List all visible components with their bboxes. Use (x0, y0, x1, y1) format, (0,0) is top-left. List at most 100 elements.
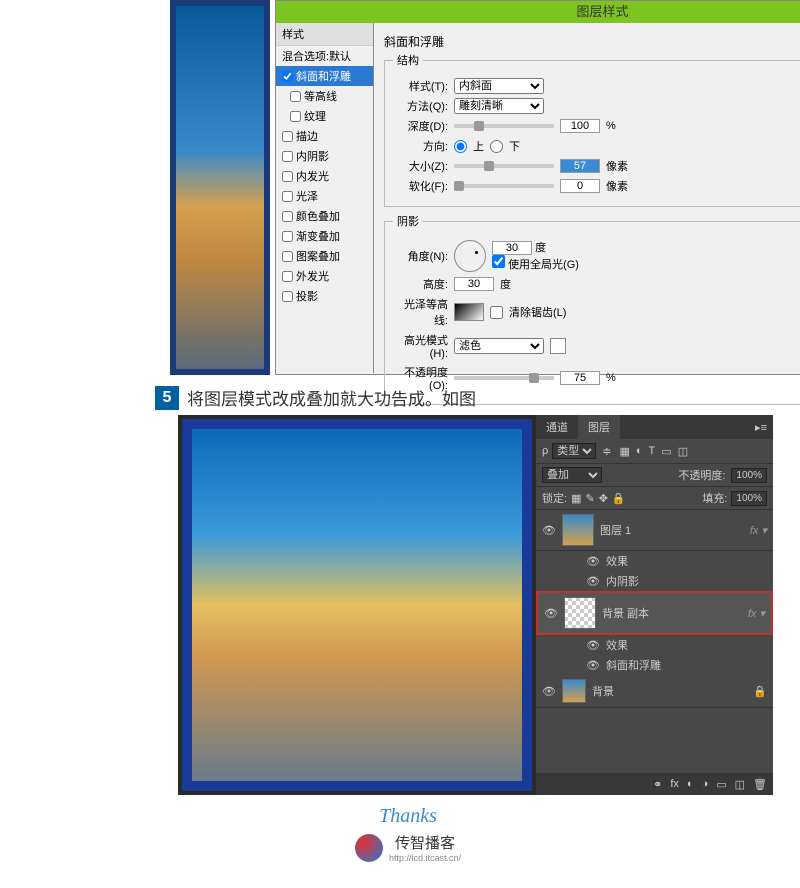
soften-slider[interactable] (454, 184, 554, 188)
opacity-slider[interactable] (454, 376, 554, 380)
filter-pixel-icon[interactable]: ▦ (619, 445, 629, 458)
fx-icon[interactable]: fx ▾ (748, 607, 765, 620)
style-list: 样式 混合选项:默认 斜面和浮雕 等高线 纹理 描边 内阴影 内发光 光泽 (276, 23, 374, 373)
angle-label: 角度(N): (393, 248, 448, 264)
lock-pixels-icon[interactable]: ✎ (585, 492, 594, 505)
soften-label: 软化(F): (393, 178, 448, 194)
channels-tab[interactable]: 通道 (536, 415, 578, 439)
logo-icon (355, 834, 383, 862)
angle-input[interactable] (492, 241, 532, 255)
style-bevel[interactable]: 斜面和浮雕 (276, 66, 373, 86)
style-inner-glow[interactable]: 内发光 (276, 166, 373, 186)
eye-icon[interactable]: 👁 (586, 575, 600, 588)
step-text: 将图层模式改成叠加就大功告成。如图 (187, 385, 476, 410)
style-contour-check[interactable] (290, 91, 301, 102)
dialog-titlebar: 图层样式 (276, 1, 800, 23)
eye-icon[interactable]: 👁 (542, 524, 556, 537)
top-section: 图层样式 样式 混合选项:默认 斜面和浮雕 等高线 纹理 描边 (170, 0, 790, 375)
filter-shape-icon[interactable]: ▭ (661, 445, 671, 458)
layers-tab[interactable]: 图层 (578, 415, 620, 439)
fill-value[interactable]: 100% (731, 491, 767, 506)
effects-label-2[interactable]: 👁 效果 (536, 635, 773, 655)
result-frame (182, 419, 532, 791)
global-light-check[interactable] (492, 255, 505, 268)
adjustment-icon[interactable]: ◑ (702, 778, 709, 791)
style-contour[interactable]: 等高线 (276, 86, 373, 106)
layer-list: 👁 图层 1 fx ▾ 👁 效果 👁 内阴影 👁 背景 副本 fx ▾ 👁 (536, 510, 773, 708)
dir-down-radio[interactable] (490, 140, 503, 153)
style-color-overlay[interactable]: 颜色叠加 (276, 206, 373, 226)
eye-icon[interactable]: 👁 (586, 555, 600, 568)
mask-icon[interactable]: ◐ (687, 778, 694, 791)
size-slider[interactable] (454, 164, 554, 168)
eye-icon[interactable]: 👁 (544, 607, 558, 620)
trash-icon[interactable]: 🗑 (753, 778, 767, 791)
depth-input[interactable] (560, 119, 600, 133)
highlight-mode-select[interactable]: 滤色 (454, 338, 544, 354)
dir-up-radio[interactable] (454, 140, 467, 153)
angle-dial[interactable] (454, 240, 486, 272)
opacity-input[interactable] (560, 371, 600, 385)
style-content: 斜面和浮雕 结构 样式(T): 内斜面 方法(Q): 雕刻清晰 深度(D): (374, 23, 800, 373)
style-drop-shadow[interactable]: 投影 (276, 286, 373, 306)
filter-type-icon[interactable]: T (649, 445, 656, 458)
style-stroke[interactable]: 描边 (276, 126, 373, 146)
method-select[interactable]: 雕刻清晰 (454, 98, 544, 114)
gloss-contour[interactable] (454, 303, 484, 321)
style-type-select[interactable]: 内斜面 (454, 78, 544, 94)
depth-slider[interactable] (454, 124, 554, 128)
style-texture[interactable]: 纹理 (276, 106, 373, 126)
panel-menu-icon[interactable]: ▸≡ (749, 421, 773, 434)
highlight-color[interactable] (550, 338, 566, 354)
layer-1[interactable]: 👁 图层 1 fx ▾ (536, 510, 773, 551)
effects-label[interactable]: 👁 效果 (536, 551, 773, 571)
style-satin[interactable]: 光泽 (276, 186, 373, 206)
style-list-header: 样式 (276, 23, 373, 46)
new-layer-icon[interactable]: ◫ (735, 778, 745, 791)
highlight-mode-label: 高光模式(H): (393, 332, 448, 360)
blend-defaults[interactable]: 混合选项:默认 (276, 46, 373, 66)
layer-thumb (562, 514, 594, 546)
lock-position-icon[interactable]: ✥ (599, 492, 608, 505)
thanks-text: Thanks (355, 805, 461, 828)
filter-adjust-icon[interactable]: ◐ (636, 445, 643, 458)
opacity-value[interactable]: 100% (731, 468, 767, 483)
bevel-effect[interactable]: 👁 斜面和浮雕 (536, 655, 773, 675)
eye-icon[interactable]: 👁 (542, 685, 556, 698)
eye-icon[interactable]: 👁 (586, 639, 600, 652)
layer-bg[interactable]: 👁 背景 🔒 (536, 675, 773, 708)
filter-smart-icon[interactable]: ◫ (678, 445, 688, 458)
fx-footer-icon[interactable]: fx (670, 778, 679, 791)
inner-shadow-effect[interactable]: 👁 内阴影 (536, 571, 773, 591)
gloss-label: 光泽等高线: (393, 296, 448, 328)
style-gradient-overlay[interactable]: 渐变叠加 (276, 226, 373, 246)
style-pattern-overlay[interactable]: 图案叠加 (276, 246, 373, 266)
antialias-check[interactable] (490, 306, 503, 319)
style-bevel-check[interactable] (282, 71, 293, 82)
layer-bg-copy[interactable]: 👁 背景 副本 fx ▾ (536, 591, 773, 635)
brand-url: http://icd.itcast.cn/ (389, 853, 461, 863)
layer-style-dialog: 图层样式 样式 混合选项:默认 斜面和浮雕 等高线 纹理 描边 (275, 0, 800, 375)
style-texture-check[interactable] (290, 111, 301, 122)
blend-mode-select[interactable]: 叠加 (542, 467, 602, 483)
lock-transparent-icon[interactable]: ▦ (571, 492, 581, 505)
style-outer-glow[interactable]: 外发光 (276, 266, 373, 286)
layer-thumb (562, 679, 586, 703)
canvas-preview (170, 0, 270, 375)
size-input[interactable] (560, 159, 600, 173)
filter-type-select[interactable]: 类型 (552, 443, 596, 459)
result-canvas (178, 415, 536, 795)
direction-label: 方向: (393, 138, 448, 154)
blend-row: 叠加 不透明度: 100% (536, 464, 773, 487)
soften-input[interactable] (560, 179, 600, 193)
lock-all-icon[interactable]: 🔒 (612, 492, 626, 505)
method-label: 方法(Q): (393, 98, 448, 114)
brand-name: 传智播客 (389, 832, 461, 853)
panel-filter-row: ρ 类型 ≑ ▦ ◐ T ▭ ◫ (536, 439, 773, 464)
style-inner-shadow[interactable]: 内阴影 (276, 146, 373, 166)
fx-icon[interactable]: fx ▾ (750, 524, 767, 537)
altitude-input[interactable] (454, 277, 494, 291)
group-icon[interactable]: ▭ (716, 778, 726, 791)
eye-icon[interactable]: 👁 (586, 659, 600, 672)
link-icon[interactable]: ⚭ (653, 778, 662, 791)
